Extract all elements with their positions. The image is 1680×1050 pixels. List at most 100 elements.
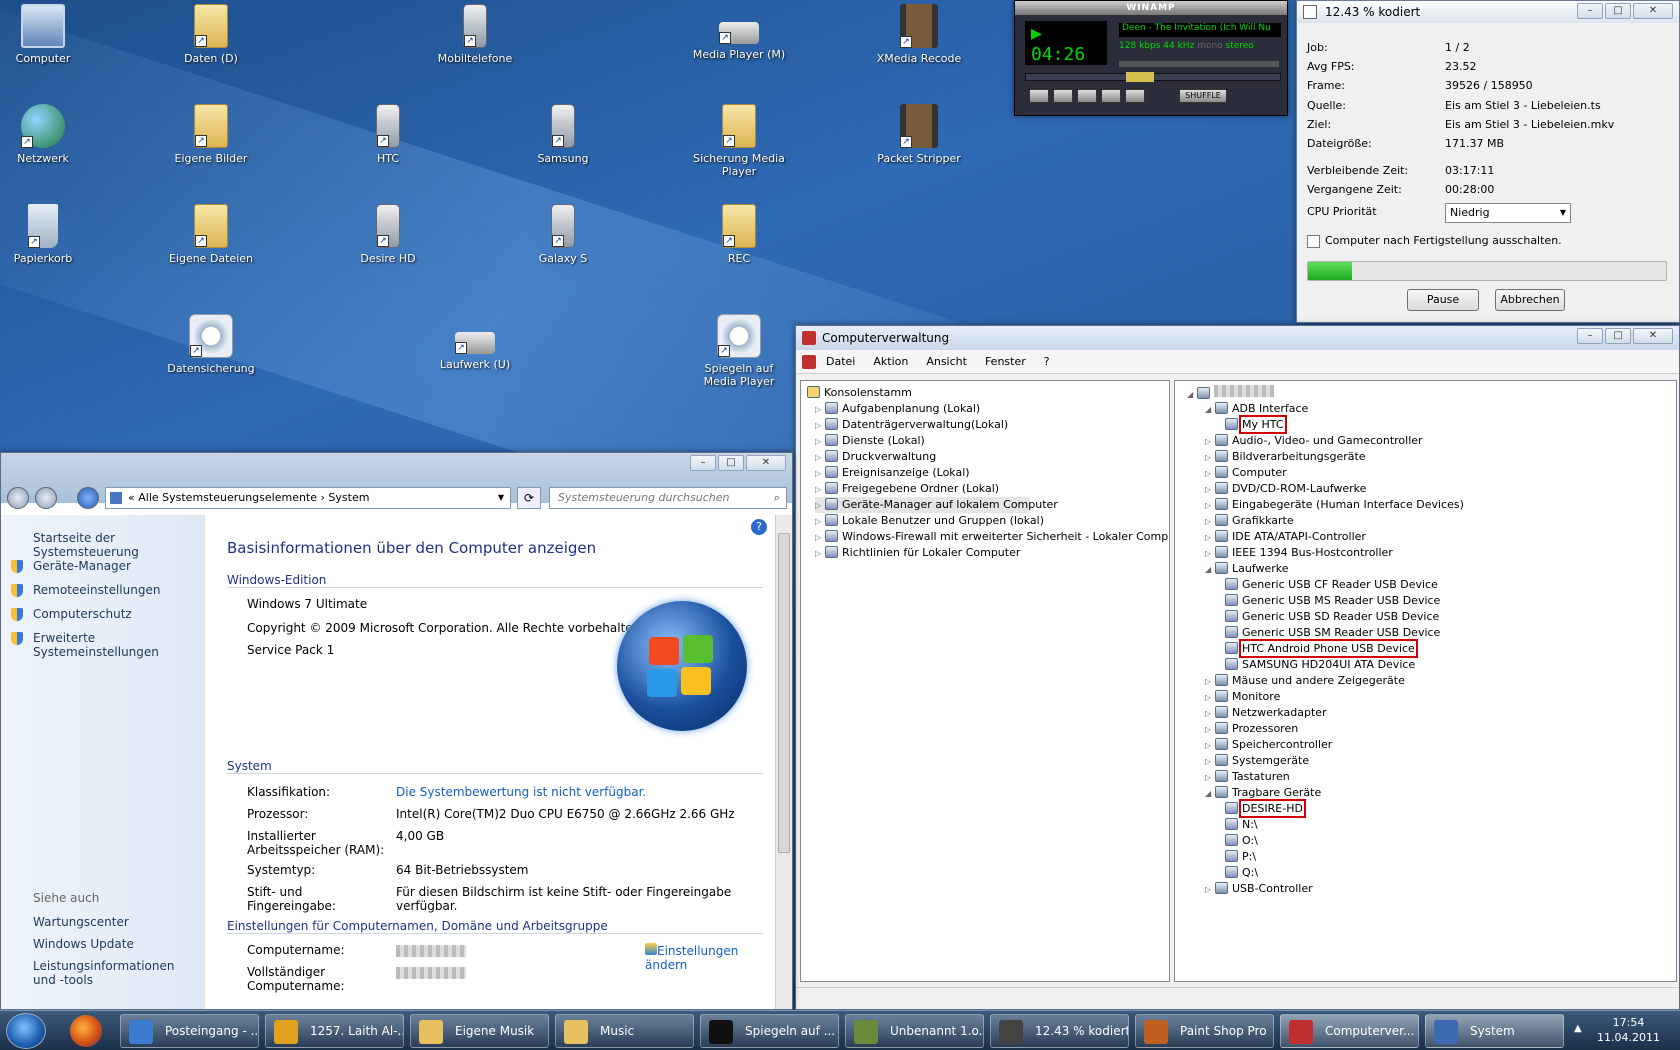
pause-button[interactable]: Pause — [1407, 289, 1479, 311]
device-tree-item[interactable]: ▷ USB-Controller — [1205, 881, 1676, 897]
expand-arrow-icon[interactable]: ▷ — [1205, 450, 1215, 466]
device-tree-item[interactable]: Generic USB CF Reader USB Device — [1225, 577, 1676, 593]
device-tree-item[interactable]: ▷ DVD/CD-ROM-Laufwerke — [1205, 481, 1676, 497]
close-button[interactable]: ✕ — [1633, 328, 1673, 344]
menu-item[interactable]: Datei — [826, 350, 855, 373]
expand-arrow-icon[interactable]: ▷ — [1205, 498, 1215, 514]
device-tree-item[interactable]: Q:\ — [1225, 865, 1676, 881]
device-tree-item[interactable]: ◢ Laufwerke — [1205, 561, 1676, 577]
expand-arrow-icon[interactable]: ▷ — [1205, 722, 1215, 738]
desktop-icon[interactable]: ↗ XMedia Recode — [869, 4, 969, 65]
expand-arrow-icon[interactable]: ▷ — [815, 418, 825, 434]
desktop-icon[interactable]: ↗ Mobiltelefone — [425, 4, 525, 65]
prev-button[interactable] — [1029, 89, 1049, 103]
device-tree-item[interactable]: ▷ IEEE 1394 Bus-Hostcontroller — [1205, 545, 1676, 561]
stop-button[interactable] — [1101, 89, 1121, 103]
see-also-link[interactable]: Wartungscenter — [33, 915, 193, 929]
close-button[interactable]: ✕ — [746, 455, 786, 471]
desktop-icon[interactable]: ↗ Daten (D) — [161, 4, 261, 65]
see-also-link[interactable]: Windows Update — [33, 937, 193, 951]
taskbar-button[interactable]: 1257. Laith Al-... — [265, 1014, 404, 1048]
winamp-volume-slider[interactable] — [1119, 61, 1279, 67]
computer-management-window[interactable]: Computerverwaltung – □ ✕ Datei Aktion Ansich… — [795, 325, 1680, 1010]
tray-expand-icon[interactable]: ▲ — [1574, 1023, 1582, 1034]
sidebar-link[interactable]: Startseite der Systemsteuerung — [33, 531, 205, 559]
taskbar-button[interactable]: Eigene Musik — [410, 1014, 549, 1048]
maximize-button[interactable]: □ — [1605, 328, 1631, 344]
expand-arrow-icon[interactable]: ▷ — [815, 450, 825, 466]
winamp-seek-handle[interactable] — [1126, 72, 1154, 82]
tree-item[interactable]: ▷ Geräte-Manager auf lokalem Computer — [815, 497, 1058, 513]
sidebar-link[interactable]: Remoteeinstellungen — [11, 583, 160, 597]
tree-item[interactable]: ▷ Freigegebene Ordner (Lokal) — [815, 481, 1169, 497]
address-bar[interactable]: « Alle Systemsteuerungselemente › System… — [105, 487, 511, 509]
sidebar-link[interactable]: Geräte-Manager — [11, 559, 131, 573]
expand-arrow-icon[interactable]: ▷ — [1205, 754, 1215, 770]
desktop-icon[interactable]: ↗ REC — [689, 204, 789, 265]
maximize-button[interactable]: □ — [1605, 3, 1631, 19]
shuffle-button[interactable]: SHUFFLE — [1179, 89, 1227, 103]
expand-arrow-icon[interactable]: ▷ — [1205, 882, 1215, 898]
device-tree-item[interactable]: ▷ Bildverarbeitungsgeräte — [1205, 449, 1676, 465]
taskbar-button[interactable]: Music — [555, 1014, 694, 1048]
expand-arrow-icon[interactable]: ▷ — [1205, 706, 1215, 722]
device-tree-item[interactable]: ◢ ADB Interface — [1205, 401, 1676, 417]
chevron-down-icon[interactable]: ▼ — [498, 488, 504, 508]
expand-arrow-icon[interactable]: ◢ — [1205, 402, 1215, 418]
back-button[interactable] — [7, 487, 29, 509]
expand-arrow-icon[interactable]: ◢ — [1205, 786, 1215, 802]
expand-arrow-icon[interactable]: ▷ — [1205, 770, 1215, 786]
expand-arrow-icon[interactable]: ▷ — [815, 434, 825, 450]
device-tree-item[interactable]: ▷ Monitore — [1205, 689, 1676, 705]
device-tree-item[interactable]: ▷ Computer — [1205, 465, 1676, 481]
minimize-button[interactable]: – — [690, 455, 716, 471]
menu-item[interactable]: ? — [1044, 350, 1050, 373]
expand-arrow-icon[interactable]: ▷ — [1205, 466, 1215, 482]
taskbar-button[interactable]: 12.43 % kodiert — [990, 1014, 1129, 1048]
play-button[interactable] — [1053, 89, 1073, 103]
winamp-window[interactable]: WINAMP ▶ 04:26 Deen - The Invitation (Ic… — [1014, 0, 1288, 116]
pause-button[interactable] — [1077, 89, 1097, 103]
expand-arrow-icon[interactable]: ▷ — [815, 482, 825, 498]
expand-arrow-icon[interactable]: ▷ — [815, 546, 825, 562]
taskbar-button[interactable]: Computerver... — [1280, 1014, 1419, 1048]
device-tree-item[interactable]: P:\ — [1225, 849, 1676, 865]
taskbar-button[interactable]: Paint Shop Pro — [1135, 1014, 1274, 1048]
tree-item[interactable]: ▷ Lokale Benutzer und Gruppen (lokal) — [815, 513, 1169, 529]
desktop-icon[interactable]: ↗ Netzwerk — [0, 104, 93, 165]
expand-arrow-icon[interactable]: ▷ — [1205, 546, 1215, 562]
desktop-icon[interactable]: ↗ HTC — [338, 104, 438, 165]
desktop-icon[interactable]: ↗ Samsung — [513, 104, 613, 165]
device-tree-root[interactable]: ◢ — [1187, 385, 1676, 401]
clock[interactable]: 17:54 11.04.2011 — [1597, 1015, 1660, 1045]
desktop-icon[interactable]: ↗ Papierkorb — [0, 204, 93, 265]
next-button[interactable] — [1125, 89, 1145, 103]
expand-arrow-icon[interactable]: ▷ — [1205, 690, 1215, 706]
device-tree-item[interactable]: ▷ Speichercontroller — [1205, 737, 1676, 753]
tree-item[interactable]: ▷ Dienste (Lokal) — [815, 433, 1169, 449]
breadcrumb-item[interactable]: Alle Systemsteuerungselemente — [138, 491, 317, 504]
encoder-window[interactable]: 12.43 % kodiert – □ ✕ Job: 1 / 2 Avg FPS: 23.… — [1296, 0, 1680, 323]
search-icon[interactable]: ⌕ — [774, 488, 780, 508]
expand-arrow-icon[interactable]: ▷ — [815, 466, 825, 482]
device-tree-item[interactable]: Generic USB MS Reader USB Device — [1225, 593, 1676, 609]
desktop-icon[interactable]: ↗ Eigene Dateien — [161, 204, 261, 265]
breadcrumb-item[interactable]: System — [328, 491, 369, 504]
device-tree-item[interactable]: ▷ Mäuse und andere Zeigegeräte — [1205, 673, 1676, 689]
desktop-icon[interactable]: ↗ Desire HD — [338, 204, 438, 265]
device-tree-item[interactable]: ▷ Eingabegeräte (Human Interface Devices) — [1205, 497, 1676, 513]
search-input[interactable]: Systemsteuerung durchsuchen ⌕ — [549, 487, 787, 509]
see-also-link[interactable]: Leistungsinformationen und -tools — [33, 959, 193, 987]
menu-item[interactable]: Fenster — [985, 350, 1026, 373]
expand-arrow-icon[interactable]: ▷ — [815, 402, 825, 418]
device-tree-item[interactable]: SAMSUNG HD204UI ATA Device — [1225, 657, 1676, 673]
expand-arrow-icon[interactable]: ▷ — [815, 530, 825, 546]
device-tree-item[interactable]: ▷ Prozessoren — [1205, 721, 1676, 737]
sidebar-link[interactable]: Computerschutz — [11, 607, 132, 621]
refresh-button[interactable]: ⟳ — [517, 487, 541, 509]
device-tree-item[interactable]: DESIRE-HD — [1225, 799, 1676, 818]
minimize-button[interactable]: – — [1577, 3, 1603, 19]
system-window[interactable]: – □ ✕ « Alle Systemsteuerungselemente › Sy… — [0, 452, 793, 1010]
desktop-icon[interactable]: ↗ Sicherung Media Player — [689, 104, 789, 178]
tree-item[interactable]: ▷ Aufgabenplanung (Lokal) — [815, 401, 1169, 417]
